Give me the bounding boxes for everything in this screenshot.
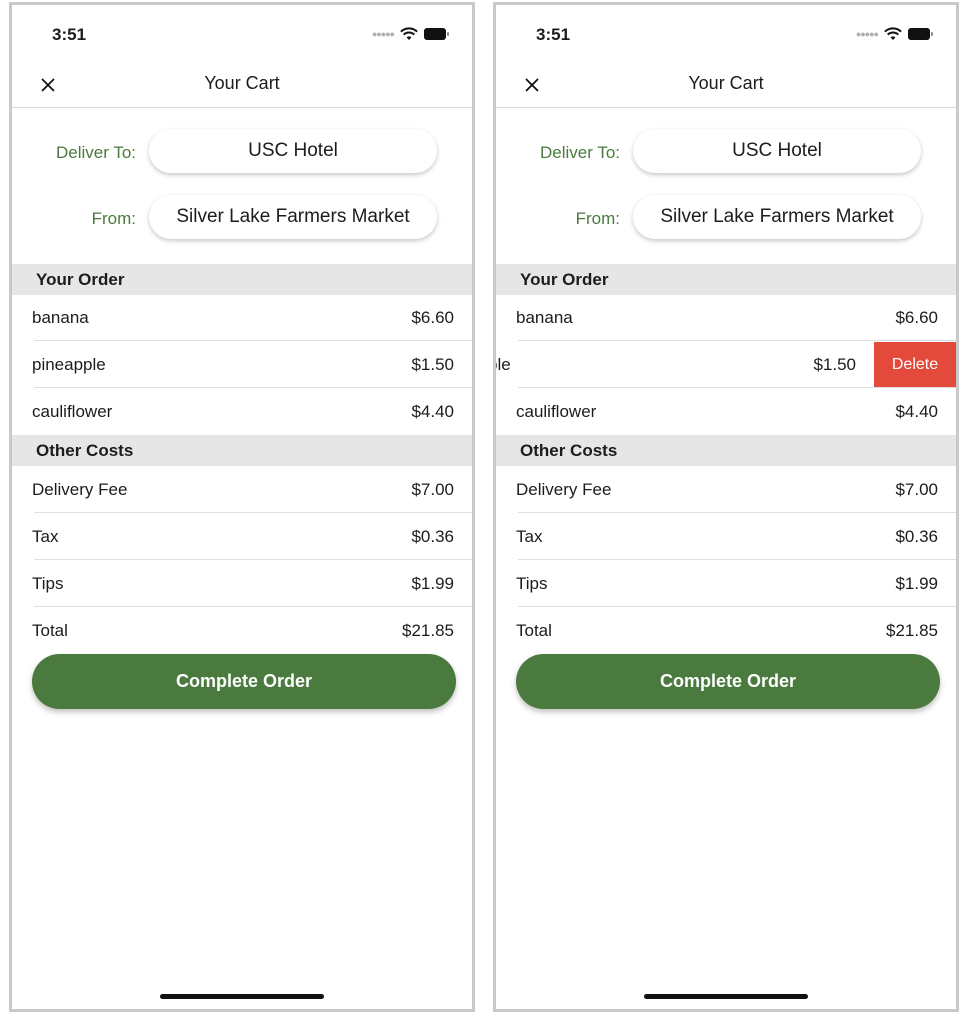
total-label: Total (516, 621, 552, 640)
home-indicator[interactable] (160, 994, 324, 999)
item-name: banana (32, 308, 89, 327)
row-divider (34, 340, 472, 341)
cost-row-delivery-fee: Delivery Fee $7.00 (12, 467, 472, 513)
cost-row-tips: Tips $1.99 (496, 561, 956, 607)
cost-value: $0.36 (411, 527, 454, 546)
item-name: pineapple (32, 355, 106, 374)
total-value: $21.85 (402, 621, 454, 640)
home-indicator[interactable] (644, 994, 808, 999)
cost-value: $7.00 (895, 480, 938, 499)
wifi-icon (884, 27, 902, 40)
row-divider (518, 559, 956, 560)
status-bar: 3:51 ●●●●● (496, 5, 956, 65)
row-divider (518, 340, 956, 341)
order-item-row[interactable]: cauliflower $4.40 (12, 389, 472, 435)
item-price: $1.50 (411, 355, 454, 374)
phone-screen-right: 3:51 ●●●●● Your Cart Deliver To: USC Hot… (493, 2, 959, 1012)
cost-name: Tax (32, 527, 59, 546)
total-value: $21.85 (886, 621, 938, 640)
complete-order-button[interactable]: Complete Order (32, 654, 456, 709)
item-price: $4.40 (411, 402, 454, 421)
status-icons: ●●●●● (372, 27, 450, 41)
cost-row-delivery-fee: Delivery Fee $7.00 (496, 467, 956, 513)
row-divider (34, 387, 472, 388)
item-name: cauliflower (32, 402, 113, 421)
from-label: From: (91, 209, 136, 228)
total-label: Total (32, 621, 68, 640)
section-header-your-order: Your Order (496, 264, 956, 295)
item-name: banana (516, 308, 573, 327)
page-title: Your Cart (688, 73, 764, 93)
cost-row-total: Total $21.85 (12, 608, 472, 654)
deliver-to-field[interactable]: USC Hotel (633, 129, 921, 173)
row-divider (518, 606, 956, 607)
row-divider (34, 512, 472, 513)
cost-name: Tax (516, 527, 543, 546)
order-item-row-swiped[interactable]: ple $1.50 Delete (496, 342, 956, 388)
item-price: $1.50 (813, 355, 856, 374)
deliver-to-label: Deliver To: (56, 143, 136, 162)
cost-value: $0.36 (895, 527, 938, 546)
from-field[interactable]: Silver Lake Farmers Market (633, 195, 921, 239)
cost-name: Delivery Fee (32, 480, 128, 499)
nav-bar: Your Cart (12, 65, 472, 108)
item-name: ple (496, 355, 511, 374)
cost-row-tax: Tax $0.36 (12, 514, 472, 560)
cost-row-tax: Tax $0.36 (496, 514, 956, 560)
section-header-other-costs: Other Costs (496, 435, 956, 466)
order-item-row[interactable]: banana $6.60 (496, 295, 956, 341)
item-price: $4.40 (895, 402, 938, 421)
wifi-icon (400, 27, 418, 40)
signal-icon: ●●●●● (371, 29, 395, 39)
cost-row-tips: Tips $1.99 (12, 561, 472, 607)
from-label: From: (575, 209, 620, 228)
cost-name: Delivery Fee (516, 480, 612, 499)
delete-button[interactable]: Delete (874, 342, 956, 388)
order-item-row[interactable]: pineapple $1.50 (12, 342, 472, 388)
cost-name: Tips (32, 574, 64, 593)
item-price: $6.60 (411, 308, 454, 327)
row-divider (34, 606, 472, 607)
deliver-to-field[interactable]: USC Hotel (149, 129, 437, 173)
status-time: 3:51 (536, 25, 571, 44)
cost-name: Tips (516, 574, 548, 593)
phone-screen-left: 3:51 ●●●●● Your Cart Deliver To: USC Hot… (9, 2, 475, 1012)
order-item-row[interactable]: cauliflower $4.40 (496, 389, 956, 435)
signal-icon: ●●●●● (855, 29, 879, 39)
status-icons: ●●●●● (856, 27, 934, 41)
status-bar: 3:51 ●●●●● (12, 5, 472, 65)
cost-value: $1.99 (411, 574, 454, 593)
from-field[interactable]: Silver Lake Farmers Market (149, 195, 437, 239)
status-time: 3:51 (52, 25, 87, 44)
item-price: $6.60 (895, 308, 938, 327)
section-header-other-costs: Other Costs (12, 435, 472, 466)
cost-value: $1.99 (895, 574, 938, 593)
row-divider (518, 512, 956, 513)
battery-icon (908, 28, 934, 40)
page-title: Your Cart (204, 73, 280, 93)
cost-row-total: Total $21.85 (496, 608, 956, 654)
section-header-your-order: Your Order (12, 264, 472, 295)
order-item-row[interactable]: banana $6.60 (12, 295, 472, 341)
deliver-to-label: Deliver To: (540, 143, 620, 162)
battery-icon (424, 28, 450, 40)
complete-order-button[interactable]: Complete Order (516, 654, 940, 709)
cost-value: $7.00 (411, 480, 454, 499)
nav-bar: Your Cart (496, 65, 956, 108)
item-name: cauliflower (516, 402, 597, 421)
row-divider (34, 559, 472, 560)
row-divider (518, 387, 956, 388)
